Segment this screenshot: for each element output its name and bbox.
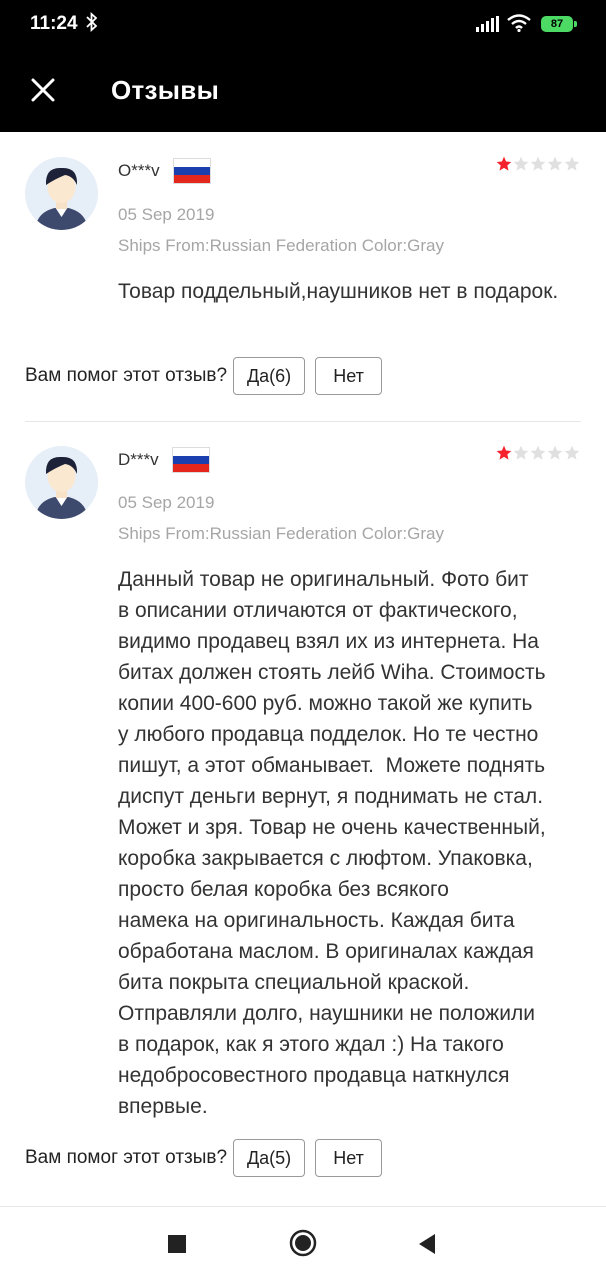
bluetooth-icon xyxy=(86,11,98,38)
reviewer-name: D***v xyxy=(118,450,159,469)
helpful-question: Вам помог этот отзыв? xyxy=(25,365,228,386)
reviewer-info: O***v xyxy=(118,158,210,184)
russia-flag-icon xyxy=(172,448,209,472)
wifi-icon xyxy=(507,14,531,37)
star-empty-icon xyxy=(513,445,529,460)
avatar xyxy=(25,157,98,230)
review-text: Данный товар не оригинальный. Фото бит в… xyxy=(118,568,546,1118)
review-item: D***v 05 Sep 2019 Ships From:Russian Fed… xyxy=(0,422,606,1202)
star-empty-icon xyxy=(530,156,546,171)
helpful-no-button[interactable]: Нет xyxy=(315,1139,383,1177)
star-rating xyxy=(496,445,580,461)
signal-icon xyxy=(476,16,500,37)
review-date: 05 Sep 2019 xyxy=(118,493,215,512)
star-empty-icon xyxy=(513,156,529,171)
helpful-question: Вам помог этот отзыв? xyxy=(25,1147,228,1168)
avatar xyxy=(25,446,98,519)
clock: 11:24 xyxy=(30,13,78,34)
reviewer-info: D***v xyxy=(118,447,209,473)
page-title: Отзывы xyxy=(111,75,220,105)
russia-flag-icon xyxy=(173,159,210,183)
star-filled-icon xyxy=(496,156,512,171)
back-icon[interactable] xyxy=(417,1233,437,1255)
review-item: O***v 05 Sep 2019 Ships From:Russian Fed… xyxy=(0,132,606,422)
star-empty-icon xyxy=(564,156,580,171)
review-text: Товар поддельный,наушников нет в подарок… xyxy=(118,280,559,303)
helpful-row: Вам помог этот отзыв? Да(6) Нет xyxy=(25,356,392,396)
helpful-row: Вам помог этот отзыв? Да(5) Нет xyxy=(25,1138,392,1178)
star-filled-icon xyxy=(496,445,512,460)
star-rating xyxy=(496,156,580,172)
star-empty-icon xyxy=(564,445,580,460)
recent-apps-icon[interactable] xyxy=(168,1235,186,1253)
system-nav-bar xyxy=(0,1206,606,1281)
status-bar: 11:24 87 xyxy=(0,0,606,50)
star-empty-icon xyxy=(530,445,546,460)
review-meta: Ships From:Russian Federation Color:Gray xyxy=(118,236,444,255)
star-empty-icon xyxy=(547,156,563,171)
reviewer-name: O***v xyxy=(118,161,160,180)
helpful-yes-button[interactable]: Да(6) xyxy=(233,357,306,395)
header-bar: Отзывы xyxy=(0,50,606,132)
helpful-yes-button[interactable]: Да(5) xyxy=(233,1139,306,1177)
review-date: 05 Sep 2019 xyxy=(118,205,215,224)
star-empty-icon xyxy=(547,445,563,460)
battery-icon: 87 xyxy=(541,16,577,32)
home-icon[interactable] xyxy=(289,1229,317,1257)
review-meta: Ships From:Russian Federation Color:Gray xyxy=(118,524,444,543)
close-icon[interactable] xyxy=(28,72,58,108)
helpful-no-button[interactable]: Нет xyxy=(315,357,383,395)
